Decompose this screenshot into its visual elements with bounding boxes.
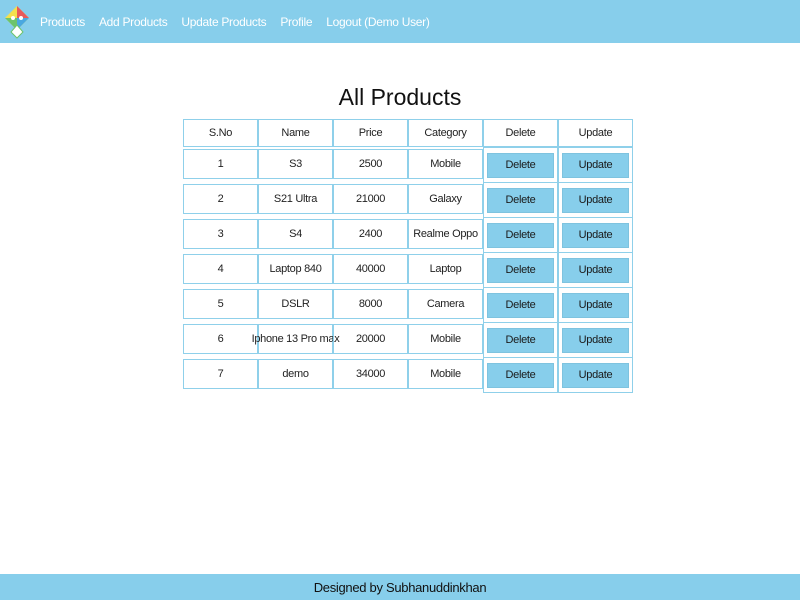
- delete-button[interactable]: Delete: [487, 187, 554, 213]
- update-button[interactable]: Update: [562, 362, 629, 388]
- cell-price: 20000: [333, 324, 408, 354]
- cell-delete: Delete: [483, 287, 558, 323]
- cell-delete: Delete: [483, 182, 558, 218]
- cell-update: Update: [558, 322, 633, 358]
- cell-delete: Delete: [483, 322, 558, 358]
- header-delete: Delete: [483, 119, 558, 147]
- delete-button[interactable]: Delete: [487, 152, 554, 178]
- update-button[interactable]: Update: [562, 327, 629, 353]
- delete-button[interactable]: Delete: [487, 292, 554, 318]
- cell-category: Realme Oppo: [408, 219, 483, 249]
- cell-name: demo: [258, 359, 333, 389]
- cell-category: Mobile: [408, 359, 483, 389]
- cell-price: 8000: [333, 289, 408, 319]
- nav-link-update-products[interactable]: Update Products: [181, 15, 266, 29]
- cell-update: Update: [558, 217, 633, 253]
- navbar: Products Add Products Update Products Pr…: [0, 0, 800, 43]
- header-sno: S.No: [183, 119, 258, 147]
- header-update: Update: [558, 119, 633, 147]
- cell-update: Update: [558, 182, 633, 218]
- update-button[interactable]: Update: [562, 152, 629, 178]
- cell-delete: Delete: [483, 147, 558, 183]
- update-button[interactable]: Update: [562, 187, 629, 213]
- nav-link-products[interactable]: Products: [40, 15, 85, 29]
- nav-link-profile[interactable]: Profile: [280, 15, 312, 29]
- update-button[interactable]: Update: [562, 292, 629, 318]
- page-title: All Products: [338, 84, 462, 110]
- cell-update: Update: [558, 252, 633, 288]
- cell-price: 21000: [333, 184, 408, 214]
- table-row: 5 DSLR 8000 Camera Delete Update: [183, 287, 633, 323]
- cell-name: S4: [258, 219, 333, 249]
- footer-credit: Designed by Subhanuddinkhan: [313, 579, 487, 595]
- delete-button[interactable]: Delete: [487, 327, 554, 353]
- nav-link-logout[interactable]: Logout (Demo User): [326, 15, 430, 29]
- cell-name: S21 Ultra: [258, 184, 333, 214]
- footer: Designed by Subhanuddinkhan: [0, 574, 800, 600]
- table-row: 2 S21 Ultra 21000 Galaxy Delete Update: [183, 182, 633, 218]
- cell-price: 40000: [333, 254, 408, 284]
- delete-button[interactable]: Delete: [487, 257, 554, 283]
- cell-category: Mobile: [408, 324, 483, 354]
- cell-price: 2400: [333, 219, 408, 249]
- cell-delete: Delete: [483, 252, 558, 288]
- cell-name: Laptop 840: [258, 254, 333, 284]
- header-price: Price: [333, 119, 408, 147]
- cell-delete: Delete: [483, 357, 558, 393]
- cell-name: DSLR: [258, 289, 333, 319]
- cell-delete: Delete: [483, 217, 558, 253]
- cell-sno: 5: [183, 289, 258, 319]
- delete-button[interactable]: Delete: [487, 362, 554, 388]
- cell-sno: 3: [183, 219, 258, 249]
- cell-category: Laptop: [408, 254, 483, 284]
- cell-category: Camera: [408, 289, 483, 319]
- header-name: Name: [258, 119, 333, 147]
- table-row: 4 Laptop 840 40000 Laptop Delete Update: [183, 252, 633, 288]
- cell-sno: 7: [183, 359, 258, 389]
- diamond-logo-icon[interactable]: [4, 5, 30, 39]
- cell-name: S3: [258, 149, 333, 179]
- table-row: 6 Iphone 13 Pro max 20000 Mobile Delete …: [183, 322, 633, 358]
- cell-category: Mobile: [408, 149, 483, 179]
- update-button[interactable]: Update: [562, 257, 629, 283]
- cell-price: 2500: [333, 149, 408, 179]
- cell-category: Galaxy: [408, 184, 483, 214]
- cell-sno: 6: [183, 324, 258, 354]
- cell-sno: 2: [183, 184, 258, 214]
- cell-sno: 1: [183, 149, 258, 179]
- cell-update: Update: [558, 147, 633, 183]
- cell-price: 34000: [333, 359, 408, 389]
- nav-link-add-products[interactable]: Add Products: [99, 15, 168, 29]
- cell-sno: 4: [183, 254, 258, 284]
- table-row: 3 S4 2400 Realme Oppo Delete Update: [183, 217, 633, 253]
- products-table: S.No Name Price Category Delete Update 1…: [183, 119, 634, 394]
- table-header-row: S.No Name Price Category Delete Update: [183, 119, 633, 147]
- cell-name: Iphone 13 Pro max: [252, 324, 340, 354]
- update-button[interactable]: Update: [562, 222, 629, 248]
- cell-update: Update: [558, 357, 633, 393]
- table-row: 1 S3 2500 Mobile Delete Update: [183, 147, 633, 183]
- table-row: 7 demo 34000 Mobile Delete Update: [183, 357, 633, 393]
- delete-button[interactable]: Delete: [487, 222, 554, 248]
- cell-update: Update: [558, 287, 633, 323]
- header-category: Category: [408, 119, 483, 147]
